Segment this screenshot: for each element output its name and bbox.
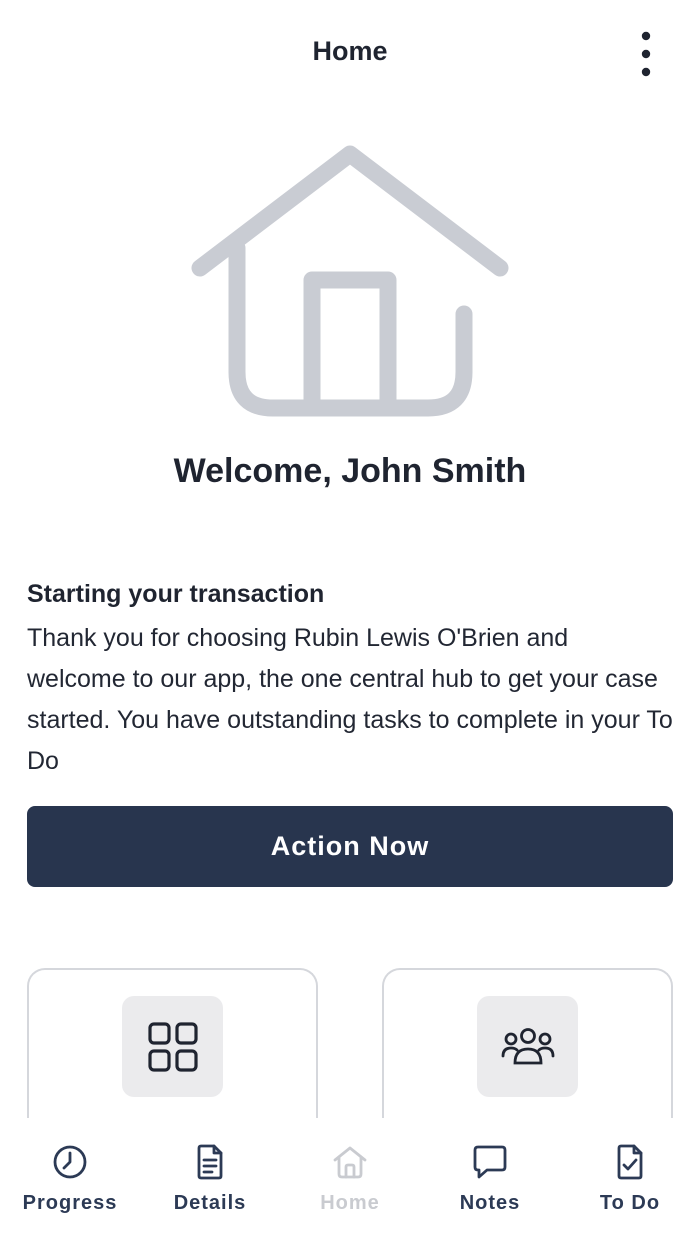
tab-notes[interactable]: Notes [420,1118,560,1244]
more-options-button[interactable] [622,26,670,82]
tab-label: Progress [22,1192,118,1214]
document-icon [197,1144,223,1180]
intro-body: Thank you for choosing Rubin Lewis O'Bri… [27,624,673,775]
checklist-document-icon [617,1144,643,1180]
tab-label: To Do [599,1192,661,1214]
quick-link-card[interactable] [27,968,318,1138]
tab-label: Details [173,1192,247,1214]
more-vertical-icon [641,31,651,77]
grid-icon [147,1021,198,1072]
tab-home[interactable]: Home [280,1118,420,1244]
quick-link-card[interactable] [382,968,673,1138]
tab-label: Home [320,1192,380,1214]
bottom-tab-bar: Progress Details Home Notes To Do [0,1118,700,1244]
hero-illustration [190,140,510,425]
people-icon [501,1027,554,1064]
chat-bubble-icon [473,1145,507,1179]
app-header: Home [0,0,700,110]
welcome-heading: Welcome, John Smith [173,452,527,490]
card-icon-tile [477,996,578,1097]
card-icon-tile [122,996,223,1097]
home-icon [333,1146,367,1179]
tab-label: Notes [459,1192,521,1214]
page-title: Home [312,36,388,66]
tab-details[interactable]: Details [140,1118,280,1244]
action-now-button[interactable]: Action Now [27,806,673,887]
clock-icon [53,1145,87,1179]
house-icon [191,145,509,417]
tab-progress[interactable]: Progress [0,1118,140,1244]
tab-todo[interactable]: To Do [560,1118,700,1244]
intro-heading: Starting your transaction [27,580,325,608]
